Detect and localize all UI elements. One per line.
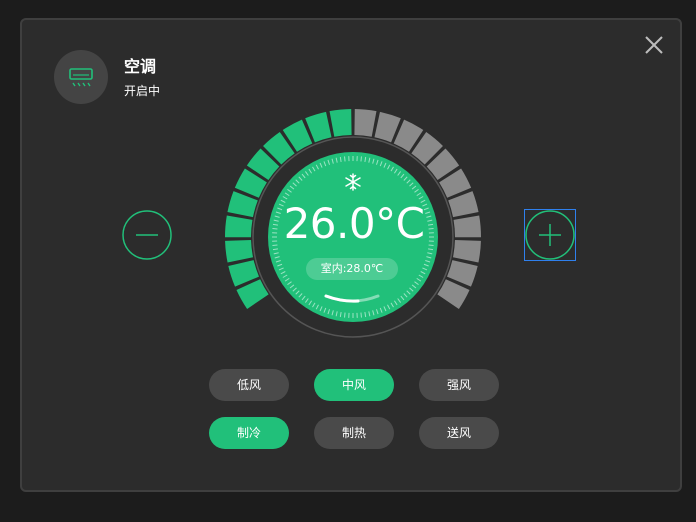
level-segment [453, 215, 481, 238]
mode-heat-button[interactable]: 制热 [314, 417, 394, 449]
increase-temperature-button[interactable] [524, 209, 576, 261]
dial-tick [360, 156, 362, 162]
dial-tick [344, 156, 346, 162]
mode-cool-button[interactable]: 制冷 [209, 417, 289, 449]
level-segment [329, 109, 352, 137]
temperature-readout: 26.0°C [283, 199, 425, 248]
indoor-temperature-badge: 室内:28.0℃ [306, 258, 398, 280]
mode-fan-button[interactable]: 送风 [419, 417, 499, 449]
level-segment [224, 215, 253, 238]
fan-low-button[interactable]: 低风 [209, 369, 289, 401]
dial-tick [344, 312, 346, 318]
level-segment [225, 240, 254, 263]
level-segment [354, 109, 377, 137]
plus-icon [525, 210, 575, 260]
fan-high-button[interactable]: 强风 [419, 369, 499, 401]
dial-tick [360, 312, 362, 318]
level-segment [452, 240, 481, 263]
fan-medium-button[interactable]: 中风 [314, 369, 394, 401]
decrease-temperature-button[interactable] [122, 210, 172, 260]
